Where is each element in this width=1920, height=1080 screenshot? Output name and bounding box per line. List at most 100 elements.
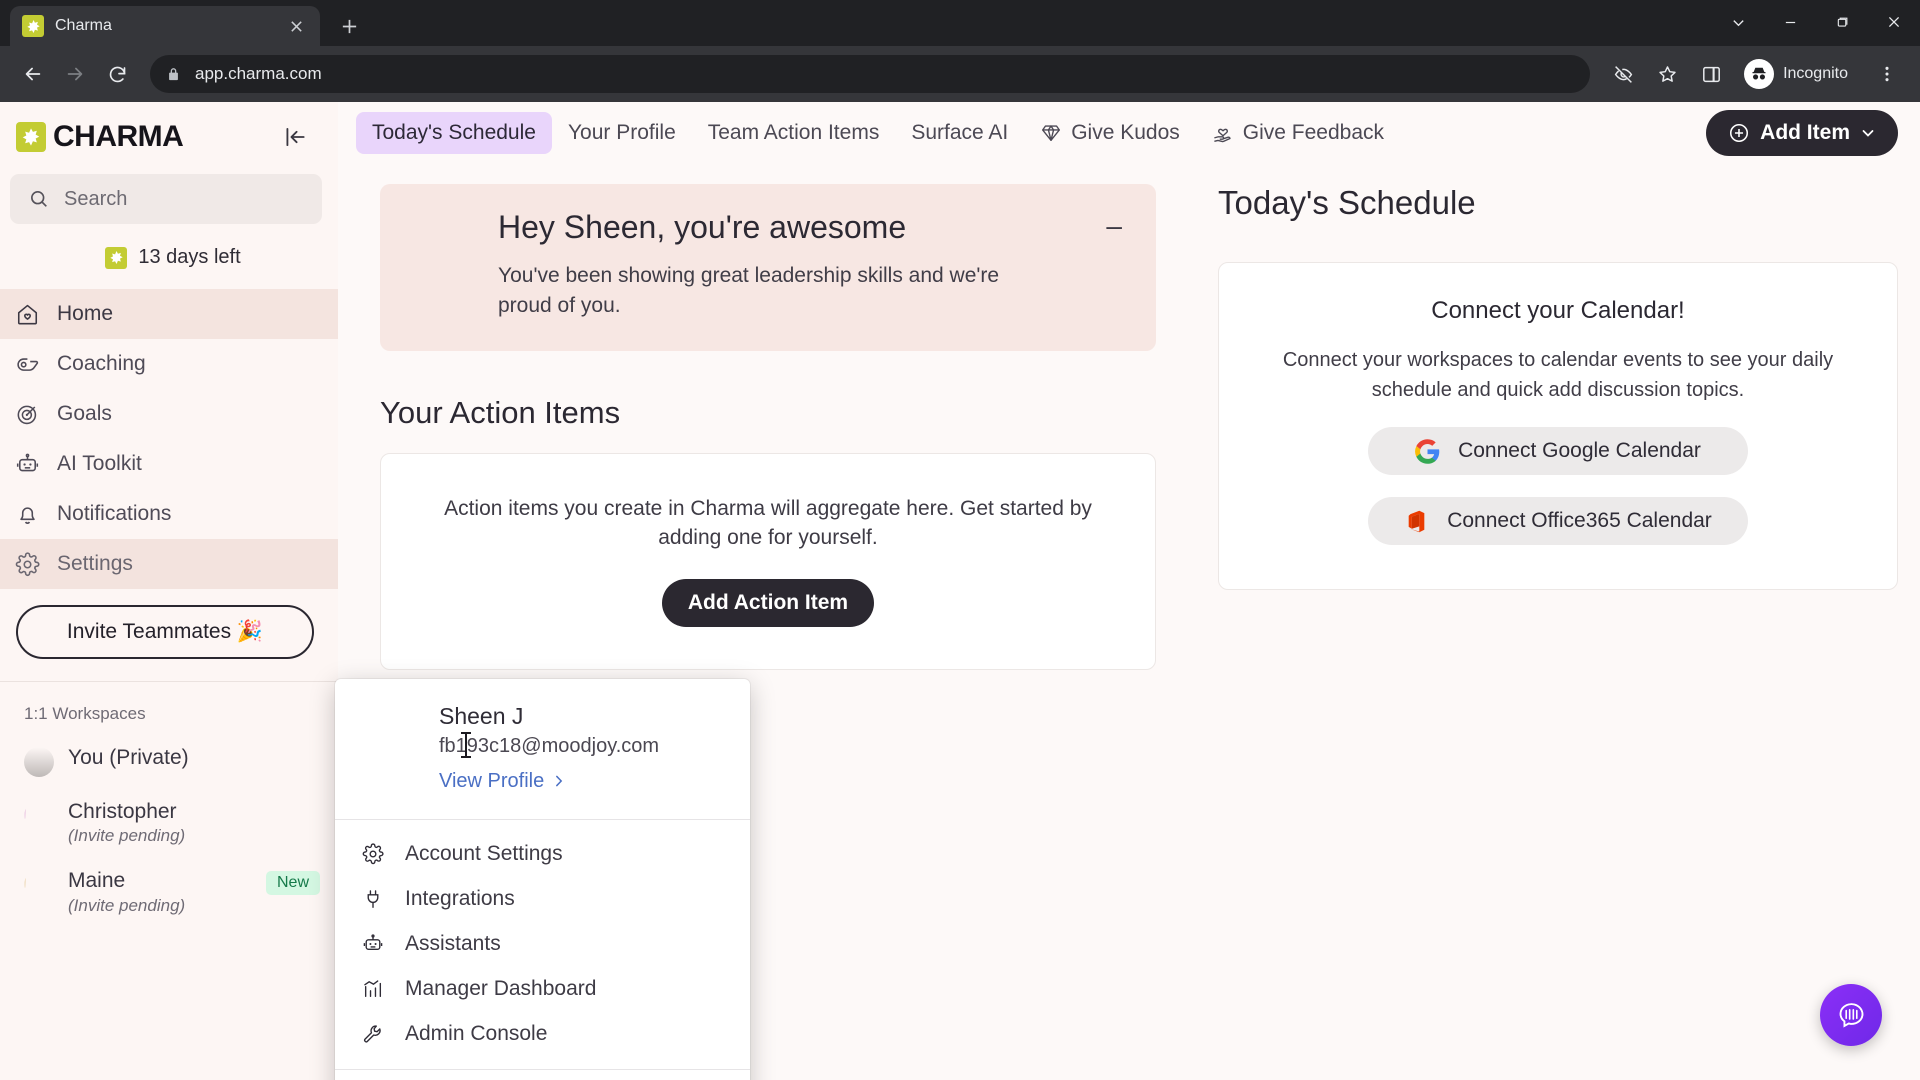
avatar	[24, 801, 54, 831]
charma-logo[interactable]: CHARMA	[16, 120, 183, 154]
menu-item-label: Manager Dashboard	[405, 977, 596, 1001]
profile-menu-footer: Support Articles & FAQ Sign Out	[335, 1070, 750, 1080]
intercom-chat-icon[interactable]	[1820, 984, 1882, 1046]
browser-tab-title: Charma	[55, 17, 273, 35]
robot-icon	[14, 452, 40, 477]
minimize-icon[interactable]	[1764, 0, 1816, 44]
sidebar-item-settings[interactable]: Settings	[0, 539, 338, 589]
connect-calendar-body: Connect your workspaces to calendar even…	[1253, 345, 1863, 405]
sidebar-item-home[interactable]: Home	[0, 289, 338, 339]
robot-icon	[361, 933, 385, 955]
connect-office365-calendar-button[interactable]: Connect Office365 Calendar	[1368, 497, 1748, 545]
sidebar-item-label: Settings	[57, 552, 133, 576]
connect-google-calendar-button[interactable]: Connect Google Calendar	[1368, 427, 1748, 475]
list-item[interactable]: You (Private)	[14, 734, 338, 788]
invite-teammates-button[interactable]: Invite Teammates 🎉	[16, 605, 314, 659]
add-action-item-button[interactable]: Add Action Item	[662, 579, 874, 627]
search-input[interactable]: Search	[10, 174, 322, 224]
tab-your-profile[interactable]: Your Profile	[552, 112, 692, 154]
window-controls	[1712, 0, 1920, 44]
workspace-name: You (Private)	[68, 746, 189, 769]
sidebar-item-label: Home	[57, 302, 113, 326]
sidebar-item-ai-toolkit[interactable]: AI Toolkit	[0, 439, 338, 489]
chevron-down-icon	[1860, 125, 1876, 141]
profile-menu-items: Account Settings Integrations Assistants…	[335, 820, 750, 1069]
star-icon[interactable]	[1648, 55, 1686, 93]
plus-circle-icon	[1728, 122, 1750, 144]
google-g-icon	[1415, 439, 1440, 464]
menu-item-account-settings[interactable]: Account Settings	[335, 832, 750, 877]
chevron-down-icon[interactable]	[1712, 0, 1764, 44]
list-item[interactable]: Christopher (Invite pending)	[14, 788, 338, 857]
eye-slash-icon[interactable]	[1604, 55, 1642, 93]
workspace-status: (Invite pending)	[68, 826, 185, 846]
connect-office365-label: Connect Office365 Calendar	[1447, 509, 1712, 533]
sidebar-item-goals[interactable]: Goals	[0, 389, 338, 439]
arrow-left-icon[interactable]	[14, 55, 52, 93]
profile-incognito-button[interactable]: Incognito	[1740, 55, 1862, 93]
search-placeholder: Search	[64, 188, 127, 211]
right-column: Today's Schedule Connect your Calendar! …	[1156, 164, 1898, 1080]
sidebar-item-coaching[interactable]: Coaching	[0, 339, 338, 389]
toolbar-right-actions: Incognito	[1604, 55, 1906, 93]
gear-icon	[14, 552, 40, 577]
address-bar[interactable]: app.charma.com	[150, 55, 1590, 93]
tab-label: Team Action Items	[708, 121, 880, 145]
connect-calendar-title: Connect your Calendar!	[1253, 297, 1863, 325]
arrow-right-icon	[56, 55, 94, 93]
chevron-right-icon	[552, 774, 566, 788]
close-icon[interactable]	[284, 14, 308, 38]
app-window: CHARMA Search 13 days left Home	[0, 102, 1920, 1080]
search-icon	[28, 188, 50, 210]
incognito-icon	[1744, 59, 1774, 89]
browser-tab[interactable]: Charma	[10, 6, 320, 46]
trial-status[interactable]: 13 days left	[0, 224, 338, 289]
browser-tabstrip: Charma	[0, 0, 1920, 46]
menu-item-manager-dashboard[interactable]: Manager Dashboard	[335, 967, 750, 1012]
view-profile-link[interactable]: View Profile	[439, 770, 659, 793]
maximize-icon[interactable]	[1816, 0, 1868, 44]
minimize-dash-icon[interactable]: –	[1106, 212, 1122, 240]
sidebar-item-notifications[interactable]: Notifications	[0, 489, 338, 539]
window-close-icon[interactable]	[1868, 0, 1920, 44]
tab-label: Surface AI	[911, 121, 1008, 145]
collapse-sidebar-icon[interactable]	[278, 120, 312, 154]
tab-give-kudos[interactable]: Give Kudos	[1024, 112, 1196, 154]
menu-item-admin-console[interactable]: Admin Console	[335, 1012, 750, 1057]
greeting-body: You've been showing great leadership ski…	[498, 261, 1058, 321]
menu-item-label: Integrations	[405, 887, 515, 911]
avatar	[406, 210, 470, 274]
tab-team-action-items[interactable]: Team Action Items	[692, 112, 896, 154]
workspaces-list: You (Private) Christopher (Invite pendin…	[0, 734, 338, 927]
side-panel-icon[interactable]	[1692, 55, 1730, 93]
avatar	[357, 703, 419, 765]
tab-give-feedback[interactable]: Give Feedback	[1196, 112, 1400, 154]
wrench-icon	[361, 1023, 385, 1045]
menu-item-integrations[interactable]: Integrations	[335, 877, 750, 922]
add-item-label: Add Item	[1760, 121, 1850, 145]
connect-calendar-card: Connect your Calendar! Connect your work…	[1218, 262, 1898, 590]
tab-surface-ai[interactable]: Surface AI	[895, 112, 1024, 154]
browser-toolbar: app.charma.com Incognito	[0, 46, 1920, 102]
profile-dropdown-menu: Sheen J fb193c18@moodjoy.com View Profil…	[335, 679, 750, 1080]
list-item[interactable]: Maine (Invite pending) New	[14, 857, 338, 926]
plus-icon[interactable]	[332, 9, 366, 43]
page-tabs: Today's Schedule Your Profile Team Actio…	[356, 112, 1706, 154]
three-dots-vertical-icon[interactable]	[1868, 55, 1906, 93]
tab-todays-schedule[interactable]: Today's Schedule	[356, 112, 552, 154]
tab-label: Today's Schedule	[372, 121, 536, 145]
menu-item-assistants[interactable]: Assistants	[335, 922, 750, 967]
add-item-button[interactable]: Add Item	[1706, 110, 1898, 156]
plug-icon	[361, 888, 385, 910]
bell-icon	[14, 502, 40, 527]
reload-icon[interactable]	[98, 55, 136, 93]
trial-days-left: 13 days left	[138, 246, 240, 269]
action-items-section-title: Your Action Items	[380, 395, 1156, 431]
connect-google-label: Connect Google Calendar	[1458, 439, 1701, 463]
workspace-name: Maine	[68, 868, 185, 894]
profile-email-text: fb193c18@moodjoy.com	[439, 735, 659, 757]
todays-schedule-title: Today's Schedule	[1218, 184, 1898, 222]
view-profile-label: View Profile	[439, 770, 544, 793]
page-title: Hey Sheen, you're awesome	[498, 210, 1128, 245]
action-items-empty-text: Action items you create in Charma will a…	[411, 494, 1125, 553]
